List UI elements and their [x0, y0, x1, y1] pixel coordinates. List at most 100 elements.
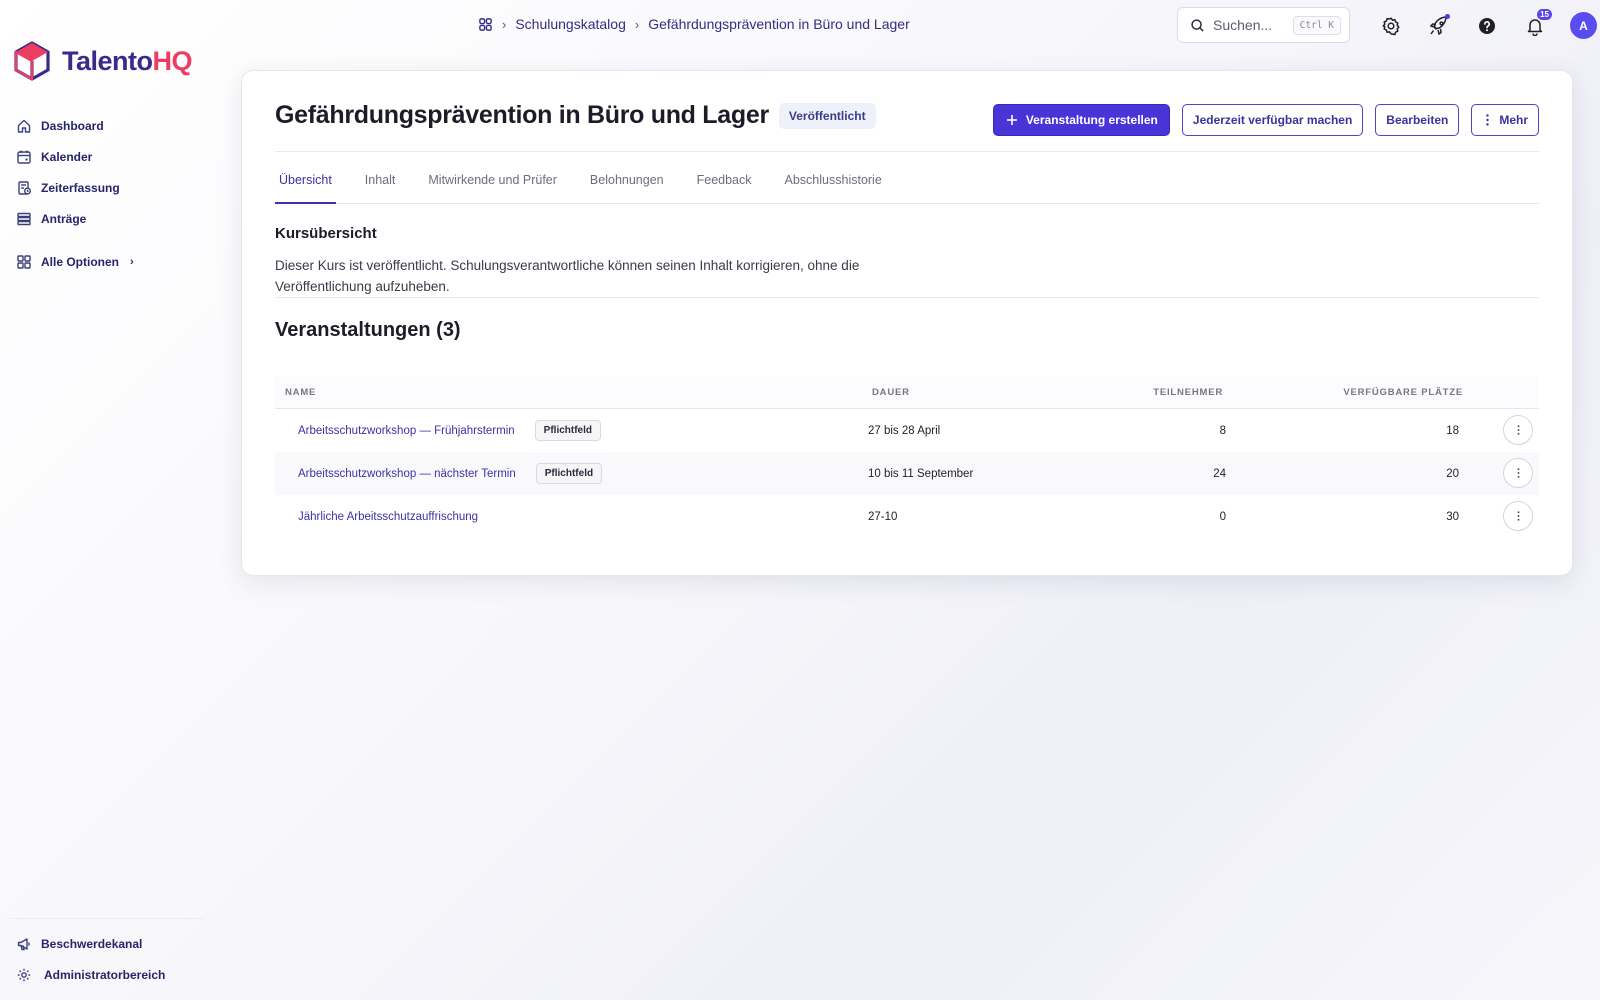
- sidebar-item-label: Dashboard: [41, 118, 104, 133]
- breadcrumb-item-schulungskatalog[interactable]: Schulungskatalog: [515, 16, 626, 32]
- create-event-label: Veranstaltung erstellen: [1025, 113, 1158, 127]
- logo-wordmark: TalentoHQ: [62, 45, 192, 76]
- sidebar: TalentoHQ Dashboard Kalender Zeiterfassu…: [0, 0, 210, 1000]
- table-row[interactable]: Arbeitsschutzworkshop — nächster Termin …: [275, 452, 1539, 495]
- mandatory-tag: Pflichtfeld: [535, 463, 603, 484]
- sidebar-item-alle-optionen[interactable]: Alle Optionen ›: [16, 246, 206, 277]
- sidebar-item-zeiterfassung[interactable]: Zeiterfassung: [16, 172, 206, 203]
- sidebar-item-label: Alle Optionen: [41, 254, 119, 269]
- tab-feedback[interactable]: Feedback: [693, 166, 756, 204]
- table-header: NAME DAUER TEILNEHMER VERFÜGBARE PLÄTZE: [275, 376, 1539, 409]
- rocket-icon[interactable]: [1426, 13, 1452, 39]
- chevron-right-icon: ›: [130, 255, 134, 268]
- search-shortcut: Ctrl K: [1292, 15, 1341, 35]
- table-row[interactable]: Arbeitsschutzworkshop — Frühjahrstermin …: [275, 409, 1539, 452]
- kebab-menu-icon: [1517, 468, 1519, 478]
- overview-heading: Kursübersicht: [275, 225, 377, 242]
- app-logo[interactable]: TalentoHQ: [12, 40, 192, 82]
- column-header-available[interactable]: VERFÜGBARE PLÄTZE: [1343, 387, 1463, 398]
- event-participants: 8: [1219, 424, 1226, 437]
- sidebar-item-label: Anträge: [41, 211, 87, 226]
- course-tabs: Übersicht Inhalt Mitwirkende und Prüfer …: [275, 166, 1539, 204]
- column-header-duration[interactable]: DAUER: [872, 387, 910, 398]
- sidebar-bottom: Beschwerdekanal Administratorbereich: [16, 928, 206, 990]
- event-link[interactable]: Jährliche Arbeitsschutzauffrischung: [298, 511, 478, 523]
- nav-gap: [16, 234, 206, 246]
- sidebar-item-label: Beschwerdekanal: [41, 936, 143, 951]
- sidebar-item-dashboard[interactable]: Dashboard: [16, 110, 206, 141]
- event-name-cell: Arbeitsschutzworkshop — Frühjahrstermin …: [298, 409, 602, 452]
- row-menu-button[interactable]: [1503, 415, 1533, 445]
- tab-belohnungen[interactable]: Belohnungen: [586, 166, 668, 204]
- overview-text: Dieser Kurs ist veröffentlicht. Schulung…: [275, 258, 860, 294]
- apps-grid-icon[interactable]: [478, 17, 493, 32]
- course-actions: Veranstaltung erstellen Jederzeit verfüg…: [992, 104, 1539, 136]
- create-event-button[interactable]: Veranstaltung erstellen: [992, 104, 1170, 136]
- event-link[interactable]: Arbeitsschutzworkshop — Frühjahrstermin: [298, 425, 515, 437]
- sidebar-item-administratorbereich[interactable]: Administratorbereich: [16, 959, 206, 990]
- tab-inhalt[interactable]: Inhalt: [361, 166, 400, 204]
- rocket-notification-dot: [1445, 13, 1450, 19]
- settings-gear-icon[interactable]: [1378, 13, 1404, 39]
- more-label: Mehr: [1499, 113, 1528, 127]
- more-button[interactable]: Mehr: [1471, 104, 1539, 136]
- user-avatar[interactable]: A: [1570, 12, 1597, 39]
- kebab-menu-icon: [1517, 425, 1519, 435]
- events-table: NAME DAUER TEILNEHMER VERFÜGBARE PLÄTZE …: [275, 376, 1539, 538]
- list-icon: [16, 211, 32, 227]
- row-menu-button[interactable]: [1503, 501, 1533, 531]
- course-card: Gefährdungsprävention in Büro und Lager …: [241, 70, 1573, 576]
- grid-icon: [16, 254, 32, 270]
- breadcrumb-separator-icon: ›: [634, 16, 640, 32]
- event-duration: 27 bis 28 April: [868, 424, 941, 437]
- notification-count-badge: 15: [1537, 8, 1552, 20]
- mandatory-tag: Pflichtfeld: [534, 420, 602, 441]
- home-icon: [16, 118, 32, 134]
- search-input[interactable]: Suchen... Ctrl K: [1177, 7, 1350, 43]
- sidebar-divider: [10, 918, 205, 919]
- clock-document-icon: [16, 180, 32, 196]
- event-available-seats: 20: [1446, 467, 1459, 480]
- tab-mitwirkende[interactable]: Mitwirkende und Prüfer: [424, 166, 561, 204]
- row-menu-button[interactable]: [1503, 458, 1533, 488]
- sidebar-item-beschwerdekanal[interactable]: Beschwerdekanal: [16, 928, 206, 959]
- tab-abschlusshistorie[interactable]: Abschlusshistorie: [781, 166, 886, 204]
- search-placeholder: Suchen...: [1213, 17, 1273, 33]
- header-divider: [275, 151, 1539, 152]
- gear-icon: [16, 967, 32, 983]
- event-name-cell: Arbeitsschutzworkshop — nächster Termin …: [298, 452, 603, 495]
- event-link[interactable]: Arbeitsschutzworkshop — nächster Termin: [298, 468, 516, 480]
- kebab-menu-icon: [1486, 114, 1490, 126]
- make-available-button[interactable]: Jederzeit verfügbar machen: [1181, 104, 1364, 136]
- help-icon[interactable]: [1474, 13, 1500, 39]
- event-available-seats: 30: [1446, 510, 1459, 523]
- column-header-name[interactable]: NAME: [285, 387, 316, 398]
- sidebar-item-kalender[interactable]: Kalender: [16, 141, 206, 172]
- sidebar-item-label: Administratorbereich: [44, 967, 166, 982]
- top-icon-bar: 15 A: [1378, 8, 1597, 39]
- table-row[interactable]: Jährliche Arbeitsschutzauffrischung 27-1…: [275, 495, 1539, 538]
- plus-icon: [1006, 114, 1018, 126]
- calendar-icon: [16, 149, 32, 165]
- sidebar-item-antraege[interactable]: Anträge: [16, 203, 206, 234]
- notification-bell-icon[interactable]: 15: [1522, 8, 1552, 39]
- event-name-cell: Jährliche Arbeitsschutzauffrischung: [298, 495, 478, 538]
- course-header: Gefährdungsprävention in Büro und Lager …: [275, 101, 876, 130]
- tab-uebersicht[interactable]: Übersicht: [275, 166, 336, 204]
- column-header-participants[interactable]: TEILNEHMER: [1153, 387, 1223, 398]
- edit-button[interactable]: Bearbeiten: [1375, 104, 1460, 136]
- event-duration: 27-10: [868, 510, 898, 523]
- event-participants: 24: [1213, 467, 1226, 480]
- sidebar-item-label: Kalender: [41, 149, 93, 164]
- page-title: Gefährdungsprävention in Büro und Lager: [275, 101, 769, 129]
- event-duration: 10 bis 11 September: [868, 467, 974, 480]
- event-available-seats: 18: [1446, 424, 1459, 437]
- breadcrumb-item-current[interactable]: Gefährdungsprävention in Büro und Lager: [648, 16, 910, 32]
- search-icon: [1190, 18, 1205, 33]
- events-heading: Veranstaltungen (3): [275, 319, 461, 341]
- sidebar-item-label: Zeiterfassung: [41, 180, 120, 195]
- status-badge: Veröffentlicht: [778, 102, 876, 129]
- sidebar-nav: Dashboard Kalender Zeiterfassung Anträge: [16, 110, 206, 277]
- breadcrumb: › Schulungskatalog › Gefährdungspräventi…: [478, 14, 910, 34]
- breadcrumb-separator-icon: ›: [502, 16, 507, 32]
